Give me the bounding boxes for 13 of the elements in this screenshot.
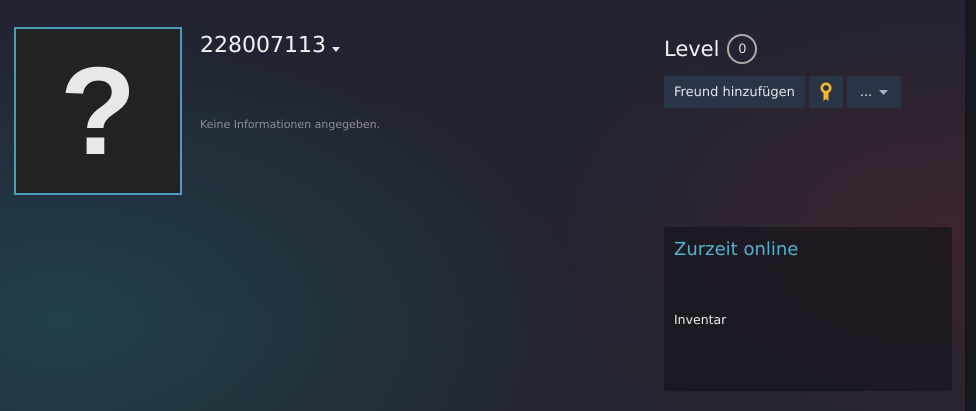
award-icon — [820, 82, 832, 102]
level-label: Level — [664, 37, 720, 61]
caret-icon[interactable] — [332, 47, 340, 52]
question-mark: ? — [60, 48, 136, 174]
caret-icon — [879, 90, 888, 94]
profile-summary: Keine Informationen angegeben. — [200, 118, 380, 131]
award-button[interactable] — [808, 76, 843, 108]
level-badge: 0 — [727, 34, 758, 64]
more-button[interactable]: ... — [846, 76, 902, 108]
add-friend-button[interactable]: Freund hinzufügen — [664, 76, 805, 108]
card-section-label: Inventar — [674, 312, 728, 327]
card-title: Zurzeit online — [674, 239, 800, 260]
profile-name: 228007113 — [200, 33, 326, 58]
